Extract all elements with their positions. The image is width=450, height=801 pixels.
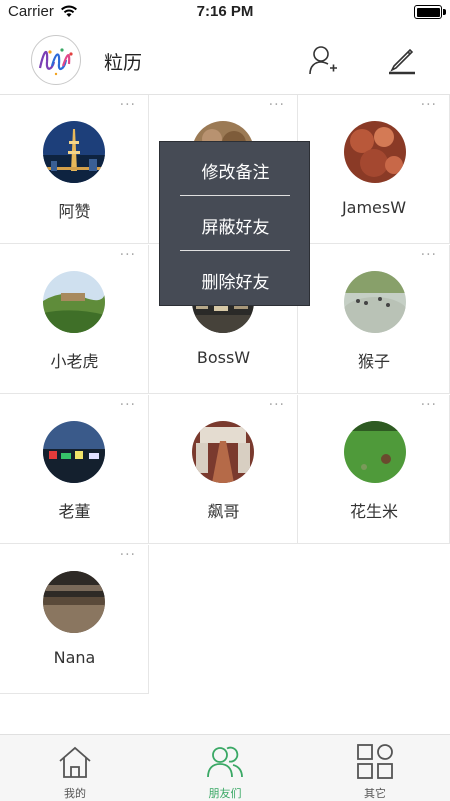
avatar [43, 121, 105, 183]
menu-edit-remark[interactable]: 修改备注 [160, 158, 311, 183]
tab-bar: 我的 朋友们 其它 [0, 734, 450, 801]
home-icon [59, 746, 91, 778]
friend-name: BossW [196, 348, 251, 367]
edit-icon[interactable] [386, 44, 418, 76]
tab-friends[interactable]: 朋友们 [150, 735, 300, 801]
page-title: 粒历 [104, 52, 143, 74]
tab-label: 朋友们 [208, 787, 242, 800]
friends-icon [207, 746, 243, 778]
more-options-icon[interactable]: ··· [421, 97, 437, 113]
friend-card[interactable]: ··· 猴子 [298, 245, 450, 394]
menu-divider [180, 250, 290, 251]
more-options-icon[interactable]: ··· [120, 97, 136, 113]
tab-label: 其它 [364, 787, 386, 800]
avatar [344, 271, 406, 333]
friend-card[interactable]: ··· 老董 [0, 395, 149, 544]
avatar [192, 421, 254, 483]
add-friend-icon[interactable] [308, 44, 338, 76]
tab-label: 我的 [64, 787, 86, 800]
more-options-icon[interactable]: ··· [269, 397, 285, 413]
menu-delete-friend[interactable]: 删除好友 [160, 268, 311, 293]
more-options-icon[interactable]: ··· [421, 247, 437, 263]
more-options-icon[interactable]: ··· [421, 397, 437, 413]
app-header: 粒历 [0, 26, 450, 95]
friend-name: 老董 [58, 502, 91, 521]
tab-other[interactable]: 其它 [300, 735, 450, 801]
friend-card[interactable]: ··· 阿赞 [0, 95, 149, 244]
friend-name: JamesW [341, 198, 407, 217]
friend-card[interactable]: ··· 飙哥 [149, 395, 298, 544]
friend-context-menu: 修改备注 屏蔽好友 删除好友 [159, 141, 310, 306]
avatar [43, 271, 105, 333]
avatar [344, 421, 406, 483]
battery-icon [414, 5, 446, 19]
friend-name: 花生米 [349, 502, 398, 521]
friend-name: 飙哥 [207, 502, 240, 521]
menu-divider [180, 195, 290, 196]
friend-name: 小老虎 [50, 352, 99, 371]
more-options-icon[interactable]: ··· [269, 97, 285, 113]
friend-card[interactable]: ··· 小老虎 [0, 245, 149, 394]
avatar [344, 121, 406, 183]
app-logo [31, 35, 81, 85]
avatar [43, 571, 105, 633]
more-options-icon[interactable]: ··· [120, 247, 136, 263]
friend-name: 猴子 [357, 352, 390, 371]
more-options-icon[interactable]: ··· [120, 547, 136, 563]
clock: 7:16 PM [196, 3, 254, 20]
more-options-icon[interactable]: ··· [120, 397, 136, 413]
friend-card[interactable]: ··· Nana [0, 545, 149, 694]
tab-mine[interactable]: 我的 [0, 735, 150, 801]
menu-block-friend[interactable]: 屏蔽好友 [160, 213, 311, 238]
friend-name: 阿赞 [58, 202, 91, 221]
friend-card[interactable]: ··· JamesW [298, 95, 450, 244]
apps-icon [357, 744, 393, 779]
status-bar: Carrier 7:16 PM [0, 0, 450, 26]
friend-card[interactable]: ··· 花生米 [298, 395, 450, 544]
friend-name: Nana [53, 648, 96, 667]
avatar [43, 421, 105, 483]
